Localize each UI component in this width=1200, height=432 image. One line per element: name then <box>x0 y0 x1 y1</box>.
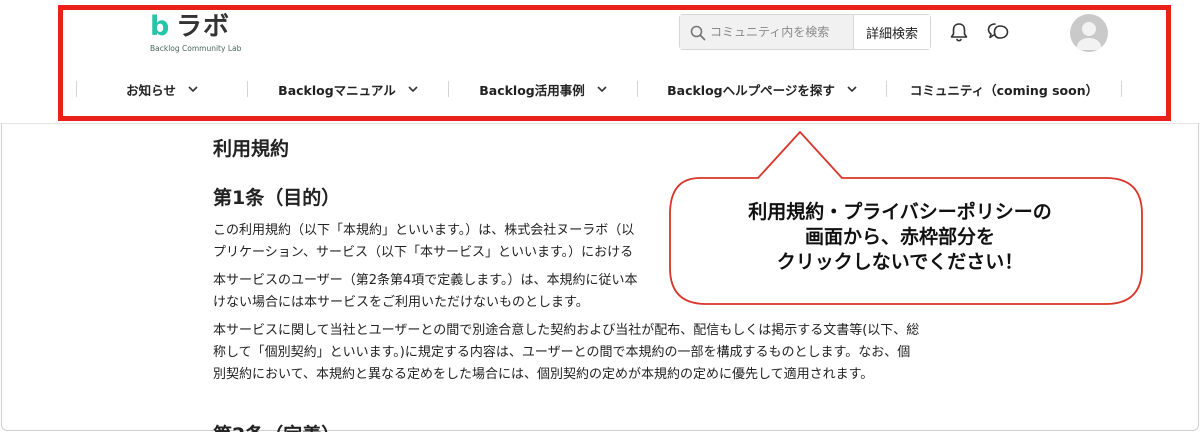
paragraph-line: 本サービスに関して当社とユーザーとの間で別途合意した契約および当社が配布、配信も… <box>213 323 920 338</box>
paragraph-line: けない場合には本サービスをご利用いただけないものとします。 <box>213 295 589 310</box>
paragraph-line: 称して「個別契約」といいます。)に規定する内容は、ユーザーとの間で本規約の一部を… <box>213 345 911 360</box>
paragraph-line: 本サービスのユーザー（第2条第4項で定義します。）は、本規約に従い本 <box>213 273 638 288</box>
callout-line: 画面から、赤枠部分を <box>804 226 995 248</box>
paragraph: 本サービスに関して当社とユーザーとの間で別途合意した契約および当社が配布、配信も… <box>213 320 973 386</box>
callout-line: 利用規約・プライバシーポリシーの <box>748 201 1052 223</box>
callout-line: クリックしないでください！ <box>776 251 1024 273</box>
next-article-title: 第2条（定義） <box>213 420 340 432</box>
callout-message: 利用規約・プライバシーポリシーの 画面から、赤枠部分を クリックしないでください… <box>680 200 1120 275</box>
paragraph-line: 別契約において、本規約と異なる定めをした場合には、個別契約の定めが本規約の定めに… <box>213 367 874 382</box>
paragraph-line: プリケーション、サービス（以下「本サービス」といいます。）における <box>213 245 634 260</box>
highlight-frame <box>58 5 1171 121</box>
paragraph-line: この利用規約（以下「本規約」といいます。）は、株式会社ヌーラボ（以 <box>213 223 635 238</box>
